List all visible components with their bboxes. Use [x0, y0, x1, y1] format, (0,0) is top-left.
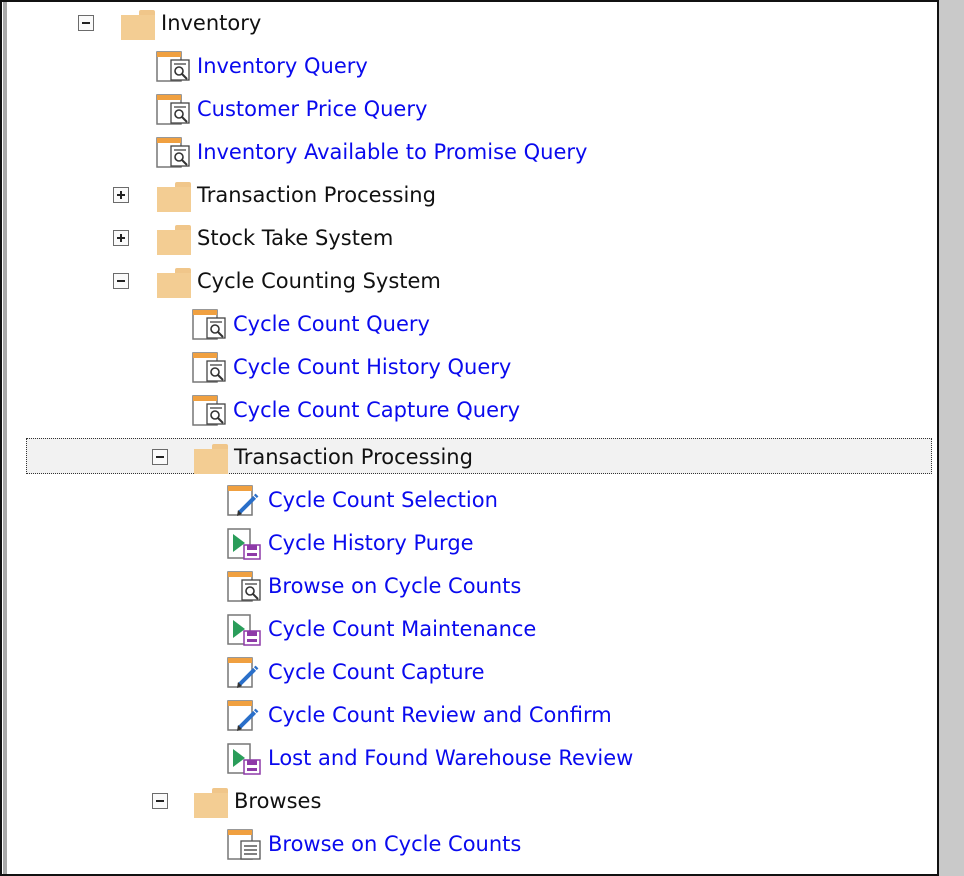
tree-item-label[interactable]: Cycle Count Selection: [268, 486, 498, 514]
right-side-panel: [939, 0, 964, 876]
tree-node-transaction-processing-selected[interactable]: Transaction Processing: [0, 436, 937, 479]
tree-item-browse-on-cycle-counts[interactable]: Browse on Cycle Counts: [0, 565, 937, 608]
tree-item-label[interactable]: Inventory Available to Promise Query: [197, 138, 587, 166]
tree-item-label[interactable]: Cycle Count Query: [233, 310, 430, 338]
tree-node-transaction-processing[interactable]: Transaction Processing: [0, 174, 937, 217]
tree-item-cycle-count-query[interactable]: Cycle Count Query: [0, 303, 937, 346]
left-border-shade: [3, 0, 7, 876]
edit-form-icon: [227, 657, 259, 688]
tree-item-label[interactable]: Cycle Count Capture: [268, 658, 485, 686]
folder-icon: [121, 10, 155, 40]
query-icon: [227, 571, 261, 602]
query-icon: [156, 94, 190, 125]
query-icon: [156, 51, 190, 82]
tree-item-label[interactable]: Cycle Count Review and Confirm: [268, 701, 612, 729]
tree-item-lost-found-warehouse-review[interactable]: Lost and Found Warehouse Review: [0, 737, 937, 780]
folder-icon: [194, 788, 228, 818]
query-icon: [192, 395, 226, 426]
tree-node-stock-take-system[interactable]: Stock Take System: [0, 217, 937, 260]
tree-item-label[interactable]: Browse on Cycle Counts: [268, 830, 521, 858]
query-icon: [192, 352, 226, 383]
tree-node-label: Transaction Processing: [234, 445, 473, 469]
tree-node-label: Transaction Processing: [197, 183, 436, 207]
tree-item-label[interactable]: Lost and Found Warehouse Review: [268, 744, 633, 772]
menu-tree: Inventory Inventory Query Customer Price…: [0, 0, 937, 876]
folder-icon: [157, 268, 191, 298]
tree-item-browse-on-cycle-counts-2[interactable]: Browse on Cycle Counts: [0, 823, 937, 866]
run-program-icon: [227, 743, 261, 775]
folder-icon: [194, 444, 228, 474]
browse-list-icon: [227, 829, 261, 860]
tree-item-cycle-count-capture[interactable]: Cycle Count Capture: [0, 651, 937, 694]
tree-node-browses[interactable]: Browses: [0, 780, 937, 823]
tree-node-label: Browses: [234, 789, 322, 813]
collapse-icon[interactable]: [152, 793, 168, 809]
left-border: [0, 0, 2, 876]
run-program-icon: [227, 528, 261, 560]
tree-item-inventory-atp-query[interactable]: Inventory Available to Promise Query: [0, 131, 937, 174]
tree-item-label[interactable]: Cycle Count Capture Query: [233, 396, 520, 424]
expand-icon[interactable]: [113, 230, 129, 246]
tree-item-label[interactable]: Browse on Cycle Counts: [268, 572, 521, 600]
tree-panel: Inventory Inventory Query Customer Price…: [0, 0, 964, 876]
tree-item-cycle-count-capture-query[interactable]: Cycle Count Capture Query: [0, 389, 937, 432]
tree-item-label[interactable]: Cycle Count Maintenance: [268, 615, 536, 643]
tree-item-label[interactable]: Cycle Count History Query: [233, 353, 511, 381]
tree-node-cycle-counting-system[interactable]: Cycle Counting System: [0, 260, 937, 303]
folder-icon: [157, 182, 191, 212]
collapse-icon[interactable]: [78, 15, 94, 31]
query-icon: [192, 309, 226, 340]
tree-item-cycle-history-purge[interactable]: Cycle History Purge: [0, 522, 937, 565]
collapse-icon[interactable]: [152, 449, 168, 465]
collapse-icon[interactable]: [113, 273, 129, 289]
tree-item-label[interactable]: Customer Price Query: [197, 95, 427, 123]
tree-item-cycle-count-selection[interactable]: Cycle Count Selection: [0, 479, 937, 522]
tree-item-label[interactable]: Inventory Query: [197, 52, 368, 80]
tree-node-label: Inventory: [161, 11, 262, 35]
edit-form-icon: [227, 485, 259, 516]
tree-item-cycle-count-maintenance[interactable]: Cycle Count Maintenance: [0, 608, 937, 651]
tree-node-inventory[interactable]: Inventory: [0, 2, 937, 45]
tree-item-inventory-query[interactable]: Inventory Query: [0, 45, 937, 88]
top-border: [0, 0, 939, 2]
tree-item-cycle-count-history-query[interactable]: Cycle Count History Query: [0, 346, 937, 389]
expand-icon[interactable]: [113, 187, 129, 203]
tree-item-customer-price-query[interactable]: Customer Price Query: [0, 88, 937, 131]
edit-form-icon: [227, 700, 259, 731]
tree-item-label[interactable]: Cycle History Purge: [268, 529, 474, 557]
folder-icon: [157, 225, 191, 255]
query-icon: [156, 137, 190, 168]
tree-node-label: Cycle Counting System: [197, 269, 441, 293]
run-program-icon: [227, 614, 261, 646]
tree-node-label: Stock Take System: [197, 226, 394, 250]
tree-item-cycle-count-review-confirm[interactable]: Cycle Count Review and Confirm: [0, 694, 937, 737]
